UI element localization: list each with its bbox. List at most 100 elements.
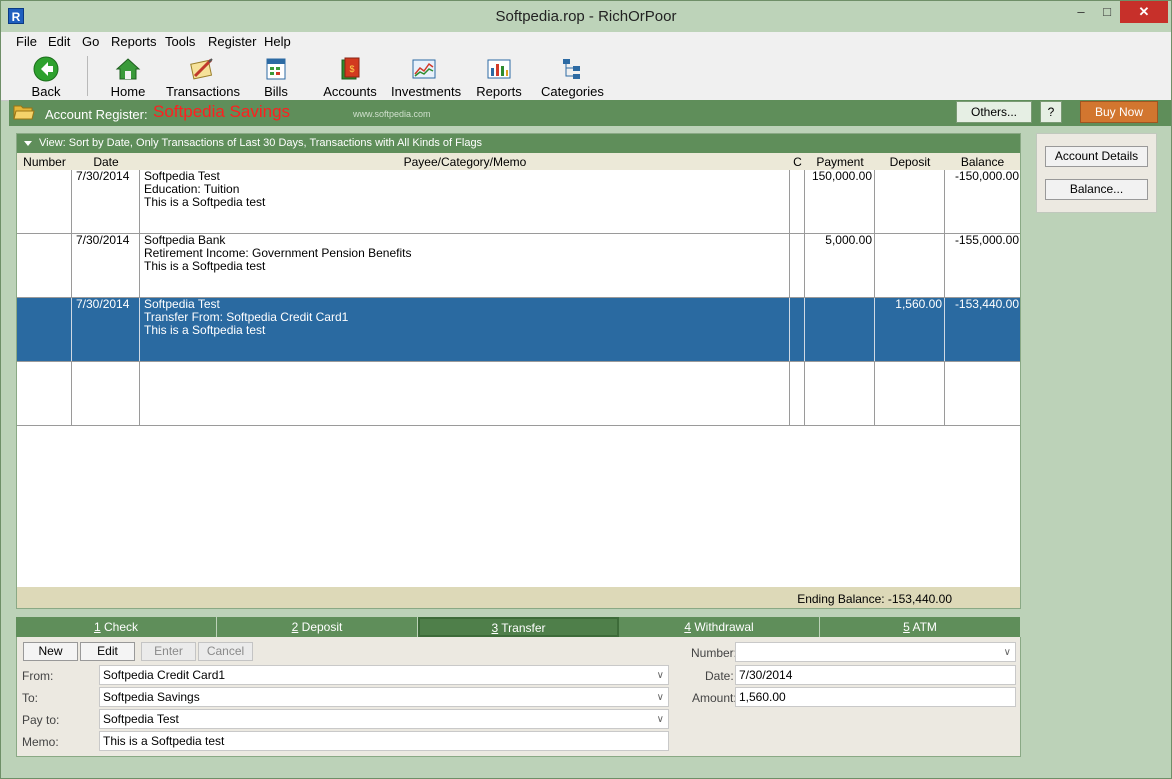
tab-atm[interactable]: 5 ATM: [820, 617, 1021, 637]
minimize-icon[interactable]: –: [1068, 1, 1094, 23]
col-c[interactable]: C: [790, 155, 805, 169]
tab-key: 4: [684, 620, 691, 634]
payto-select[interactable]: Softpedia Test ∨: [99, 709, 669, 729]
row-cleared: [790, 170, 804, 233]
memo-label: Memo:: [22, 735, 59, 749]
others-button[interactable]: Others...: [956, 101, 1032, 123]
view-filter-bar[interactable]: View: Sort by Date, Only Transactions of…: [17, 134, 1020, 153]
row-date: 7/30/2014: [76, 169, 130, 183]
row-payment: 150,000.00: [811, 169, 872, 183]
tab-transfer[interactable]: 3 Transfer: [418, 617, 619, 637]
register-account-name: Softpedia Savings: [153, 102, 291, 121]
help-button[interactable]: ?: [1040, 101, 1062, 123]
reports-label: Reports: [476, 84, 522, 99]
col-date[interactable]: Date: [72, 155, 140, 169]
row-balance: -153,440.00: [954, 297, 1019, 311]
edit-button[interactable]: Edit: [80, 642, 135, 661]
accounts-icon: $: [341, 57, 360, 80]
menu-register[interactable]: Register: [208, 34, 256, 49]
chevron-down-icon[interactable]: ∨: [657, 711, 664, 728]
row-cleared: [790, 234, 804, 297]
accounts-button[interactable]: $ Accounts: [323, 54, 377, 99]
col-payment[interactable]: Payment: [805, 155, 875, 169]
tab-withdrawal[interactable]: 4 Withdrawal: [619, 617, 820, 637]
menu-go[interactable]: Go: [82, 34, 99, 49]
date-value: 7/30/2014: [739, 668, 793, 682]
menu-bar: File Edit Go Reports Tools Register Help: [1, 32, 1171, 52]
date-field[interactable]: 7/30/2014: [735, 665, 1016, 685]
investments-button[interactable]: Investments: [391, 54, 461, 99]
categories-button[interactable]: Categories: [541, 54, 604, 99]
number-select[interactable]: ∨: [735, 642, 1016, 662]
home-button[interactable]: Home: [105, 54, 151, 99]
row-number: [17, 234, 71, 297]
col-deposit[interactable]: Deposit: [875, 155, 945, 169]
bills-label: Bills: [264, 84, 288, 99]
memo-field[interactable]: This is a Softpedia test: [99, 731, 669, 751]
chevron-down-icon[interactable]: ∨: [657, 667, 664, 684]
row-date: [76, 362, 138, 425]
col-payee[interactable]: Payee/Category/Memo: [140, 155, 790, 169]
column-header: Number Date Payee/Category/Memo C Paymen…: [17, 153, 1020, 170]
account-details-button[interactable]: Account Details: [1045, 146, 1148, 167]
amount-field[interactable]: 1,560.00: [735, 687, 1016, 707]
status-bar: [1, 761, 1171, 778]
toolbar: Back Home Transactions Bills $ Accounts …: [1, 52, 1171, 101]
menu-reports[interactable]: Reports: [111, 34, 157, 49]
tab-label: Transfer: [498, 621, 546, 635]
row-balance: -155,000.00: [954, 233, 1019, 247]
menu-tools[interactable]: Tools: [165, 34, 195, 49]
to-select[interactable]: Softpedia Savings ∨: [99, 687, 669, 707]
tab-key: 1: [93, 620, 101, 634]
watermark: www.softpedia.com: [353, 109, 431, 119]
menu-file[interactable]: File: [16, 34, 37, 49]
enter-button[interactable]: Enter: [141, 642, 196, 661]
collapse-triangle-icon[interactable]: [24, 141, 32, 146]
row-deposit: [875, 170, 942, 233]
bills-button[interactable]: Bills: [259, 54, 293, 99]
table-row-empty[interactable]: [17, 362, 1020, 426]
side-panel: Account Details Balance...: [1036, 133, 1157, 213]
new-button[interactable]: New: [23, 642, 78, 661]
categories-label: Categories: [541, 84, 604, 99]
payto-value: Softpedia Test: [103, 712, 179, 726]
tab-check[interactable]: 1 Check: [16, 617, 217, 637]
maximize-icon[interactable]: □: [1094, 1, 1120, 23]
column-divider: [874, 362, 875, 425]
amount-value: 1,560.00: [739, 690, 786, 704]
balance-button[interactable]: Balance...: [1045, 179, 1148, 200]
column-divider: [139, 362, 140, 425]
tab-key: 5: [903, 620, 910, 634]
menu-help[interactable]: Help: [264, 34, 291, 49]
col-number[interactable]: Number: [17, 155, 72, 169]
chevron-down-icon[interactable]: ∨: [1004, 644, 1011, 661]
transactions-button[interactable]: Transactions: [166, 54, 240, 99]
column-divider: [944, 362, 945, 425]
svg-text:$: $: [349, 64, 354, 74]
home-label: Home: [110, 84, 146, 99]
ending-balance: Ending Balance: -153,440.00: [797, 592, 952, 606]
buy-now-button[interactable]: Buy Now: [1080, 101, 1158, 123]
row-payee: [144, 362, 784, 425]
row-payee-block: Softpedia Test Transfer From: Softpedia …: [144, 298, 784, 361]
window-title: Softpedia.rop - RichOrPoor: [495, 8, 677, 25]
folder-icon: [13, 105, 35, 120]
tab-deposit[interactable]: 2 Deposit: [217, 617, 418, 637]
back-button[interactable]: Back: [23, 54, 69, 99]
chevron-down-icon[interactable]: ∨: [657, 689, 664, 706]
row-date: 7/30/2014: [76, 233, 130, 247]
close-icon[interactable]: ✕: [1120, 1, 1168, 23]
cancel-button[interactable]: Cancel: [198, 642, 253, 661]
transactions-label: Transactions: [166, 84, 240, 99]
row-payment: [805, 298, 872, 361]
table-row[interactable]: 7/30/2014 Softpedia Test Education: Tuit…: [17, 170, 1020, 234]
table-row-selected[interactable]: 7/30/2014 Softpedia Test Transfer From: …: [17, 298, 1020, 362]
from-select[interactable]: Softpedia Credit Card1 ∨: [99, 665, 669, 685]
menu-edit[interactable]: Edit: [48, 34, 70, 49]
reports-button[interactable]: Reports: [475, 54, 523, 99]
memo-value: This is a Softpedia test: [103, 734, 225, 748]
transaction-entry-form: New Edit Enter Cancel From: Softpedia Cr…: [16, 637, 1021, 757]
col-balance[interactable]: Balance: [945, 155, 1020, 169]
table-row[interactable]: 7/30/2014 Softpedia Bank Retirement Inco…: [17, 234, 1020, 298]
row-memo: This is a Softpedia test: [144, 195, 266, 209]
